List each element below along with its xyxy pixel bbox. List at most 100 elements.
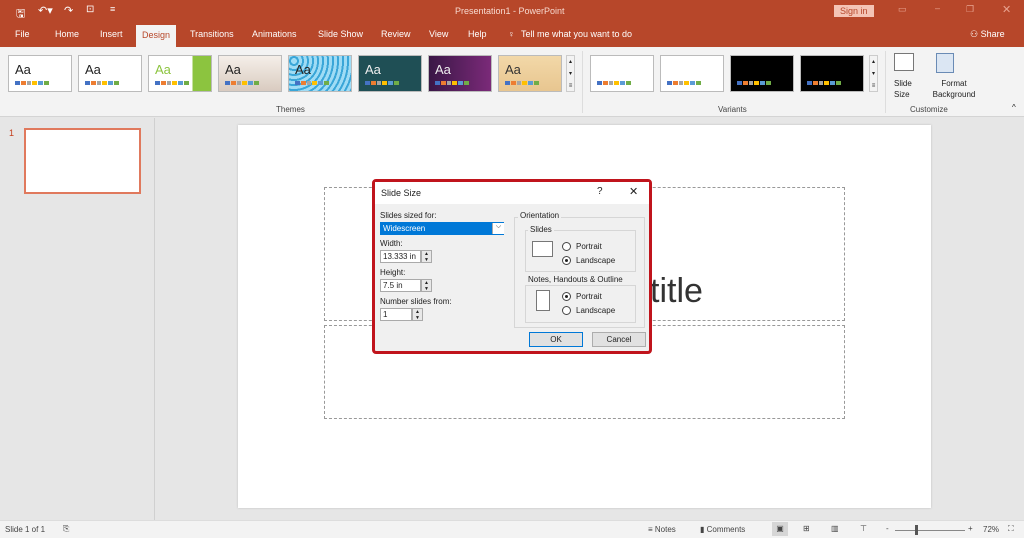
slide-size-dialog: Slide Size ? ✕ Slides sized for: Widescr… — [372, 179, 652, 354]
zoom-out-button[interactable]: - — [886, 524, 889, 533]
notes-portrait-label: Portrait — [576, 292, 602, 301]
normal-view-icon[interactable]: ▣ — [772, 522, 788, 536]
color-swatches — [295, 81, 329, 85]
height-label: Height: — [380, 268, 406, 277]
zoom-level[interactable]: 72% — [983, 525, 999, 534]
share-button[interactable]: ⚇ Share — [970, 29, 1005, 40]
sized-for-select[interactable]: Widescreen — [380, 222, 504, 235]
themes-scroll[interactable]: ▴ ▾ ≡ — [566, 55, 575, 92]
present-icon[interactable]: ⊡ — [86, 4, 94, 15]
slides-landscape-label: Landscape — [576, 256, 616, 265]
slides-landscape-radio[interactable] — [562, 256, 571, 265]
title-bar: 🖫 ↶▾ ↷ ⊡ ≡ Presentation1 - PowerPoint Si… — [0, 0, 1024, 23]
slide-number: 1 — [9, 128, 15, 138]
tell-me-search[interactable]: Tell me what you want to do — [521, 29, 632, 39]
minimize-icon[interactable]: – — [935, 3, 940, 13]
variant-thumbnail-2[interactable] — [660, 55, 724, 92]
theme-sample-text: Aa — [295, 62, 311, 77]
reading-view-icon[interactable]: ▥ — [831, 524, 839, 533]
tab-file[interactable]: File — [15, 29, 30, 39]
save-icon[interactable]: 🖫 — [16, 5, 25, 24]
notes-portrait-radio[interactable] — [562, 292, 571, 301]
cancel-button[interactable]: Cancel — [592, 332, 646, 347]
height-spinner[interactable]: ▲ ▼ — [421, 279, 432, 292]
theme-thumbnail-7[interactable]: Aa — [428, 55, 492, 92]
notes-button[interactable]: ≡ Notes — [648, 525, 676, 534]
zoom-in-button[interactable]: + — [968, 524, 973, 533]
variants-scroll[interactable]: ▴ ▾ ≡ — [869, 55, 878, 92]
tab-review[interactable]: Review — [381, 29, 411, 39]
color-swatches — [807, 81, 841, 85]
notes-label: Notes, Handouts & Outline — [528, 275, 623, 284]
notes-landscape-label: Landscape — [576, 306, 616, 315]
format-background-label: Format Background — [932, 79, 976, 99]
customize-qat-icon[interactable]: ≡ — [110, 4, 115, 14]
chevron-down-icon[interactable]: ⌵ — [492, 223, 504, 234]
slide-size-button[interactable]: Slide Size — [890, 51, 926, 101]
theme-thumbnail-3[interactable]: Aa — [148, 55, 212, 92]
theme-sample-text: Aa — [85, 62, 101, 77]
height-value: 7.5 in — [383, 281, 403, 290]
theme-sample-text: Aa — [155, 62, 171, 77]
notes-landscape-radio[interactable] — [562, 306, 571, 315]
sized-for-value: Widescreen — [383, 224, 426, 233]
help-button[interactable]: ? — [597, 186, 603, 197]
spell-check-icon[interactable]: ⎘ — [63, 524, 69, 534]
theme-thumbnail-2[interactable]: Aa — [78, 55, 142, 92]
collapse-ribbon-icon[interactable]: ^ — [1012, 103, 1016, 112]
tab-animations[interactable]: Animations — [252, 29, 297, 39]
slide-thumbnail[interactable] — [24, 128, 141, 194]
variant-thumbnail-1[interactable] — [590, 55, 654, 92]
tab-home[interactable]: Home — [55, 29, 79, 39]
slides-label: Slides — [528, 225, 554, 234]
theme-thumbnail-5[interactable]: Aa — [288, 55, 352, 92]
slide-size-label: Slide Size — [894, 79, 912, 99]
theme-thumbnail-4[interactable]: Aa — [218, 55, 282, 92]
ok-button[interactable]: OK — [529, 332, 583, 347]
theme-sample-text: Aa — [15, 62, 31, 77]
redo-icon[interactable]: ↷ — [64, 4, 73, 17]
number-from-spinner[interactable]: ▲ ▼ — [412, 308, 423, 321]
notes-label: Notes — [654, 525, 676, 534]
variant-thumbnail-4[interactable] — [800, 55, 864, 92]
theme-thumbnail-8[interactable]: Aa — [498, 55, 562, 92]
undo-icon[interactable]: ↶▾ — [38, 4, 53, 17]
dialog-title: Slide Size — [381, 188, 422, 198]
slide-show-icon[interactable]: ⊤ — [860, 524, 867, 533]
number-from-input[interactable]: 1 — [380, 308, 412, 321]
comments-button[interactable]: ▮ Comments — [700, 525, 745, 534]
sign-in-button[interactable]: Sign in — [834, 5, 874, 17]
tab-design[interactable]: Design — [136, 25, 177, 47]
dialog-title-bar: Slide Size ? ✕ — [375, 182, 649, 204]
theme-thumbnail-1[interactable]: Aa — [8, 55, 72, 92]
variant-thumbnail-3[interactable] — [730, 55, 794, 92]
close-icon[interactable]: ✕ — [1002, 3, 1011, 16]
width-spinner[interactable]: ▲ ▼ — [421, 250, 432, 263]
tab-insert[interactable]: Insert — [100, 29, 123, 39]
height-input[interactable]: 7.5 in — [380, 279, 421, 292]
slide-sorter-icon[interactable]: ⊞ — [803, 524, 810, 533]
color-swatches — [225, 81, 259, 85]
slides-portrait-radio[interactable] — [562, 242, 571, 251]
dialog-close-icon[interactable]: ✕ — [629, 185, 638, 198]
divider — [582, 51, 583, 113]
window-title: Presentation1 - PowerPoint — [455, 6, 565, 16]
theme-sample-text: Aa — [225, 62, 241, 77]
variants-group-label: Variants — [718, 105, 747, 114]
tab-slide-show[interactable]: Slide Show — [318, 29, 363, 39]
zoom-slider[interactable] — [895, 530, 965, 531]
maximize-icon[interactable]: ❐ — [966, 4, 974, 15]
tab-help[interactable]: Help — [468, 29, 487, 39]
tab-view[interactable]: View — [429, 29, 448, 39]
theme-thumbnail-6[interactable]: Aa — [358, 55, 422, 92]
format-background-button[interactable]: Format Background — [928, 51, 976, 101]
color-swatches — [85, 81, 119, 85]
fit-to-window-icon[interactable]: ⛶ — [1008, 524, 1014, 534]
title-text: title — [650, 272, 703, 310]
color-swatches — [505, 81, 539, 85]
width-input[interactable]: 13.333 in — [380, 250, 421, 263]
share-label: Share — [980, 29, 1005, 39]
tab-transitions[interactable]: Transitions — [190, 29, 234, 39]
zoom-slider-thumb[interactable] — [915, 525, 919, 535]
ribbon-display-icon[interactable]: ▭ — [898, 4, 907, 15]
